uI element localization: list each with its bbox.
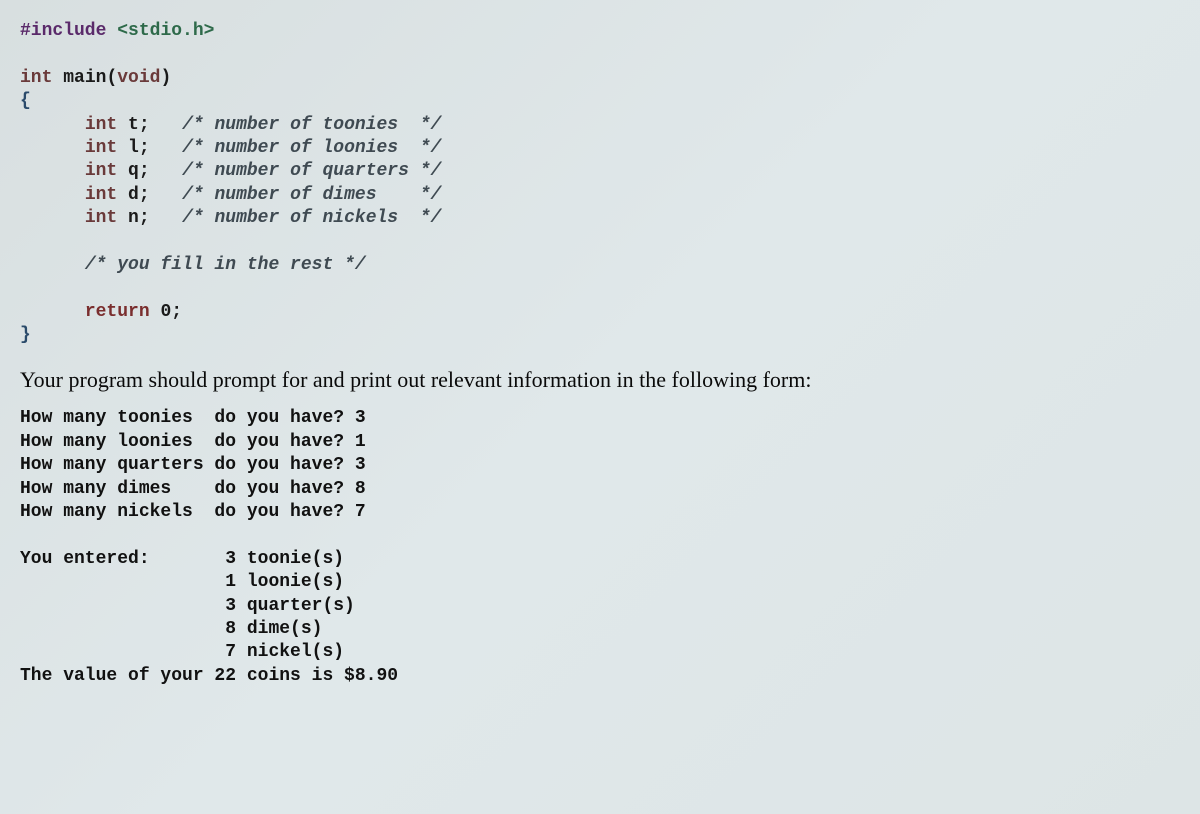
fill-comment: /* you fill in the rest */ xyxy=(85,255,366,275)
var-name: t xyxy=(128,115,139,135)
decl-type: int xyxy=(85,115,117,135)
return-keyword: return xyxy=(85,302,150,322)
decl-type: int xyxy=(85,138,117,158)
total-line: The value of your 22 coins is $8.90 xyxy=(20,666,398,686)
prompt-line: How many nickels do you have? 7 xyxy=(20,502,366,522)
var-name: d xyxy=(128,185,139,205)
instruction-text: Your program should prompt for and print… xyxy=(20,367,1180,393)
func-name: main xyxy=(63,68,106,88)
entered-item: 3 quarter(s) xyxy=(225,596,355,616)
entered-item: 8 dime(s) xyxy=(225,619,322,639)
comment: /* number of quarters */ xyxy=(182,161,441,181)
entered-item: 3 toonie(s) xyxy=(225,549,344,569)
entered-item: 7 nickel(s) xyxy=(225,642,344,662)
decl-type: int xyxy=(85,161,117,181)
prompt-line: How many quarters do you have? 3 xyxy=(20,455,366,475)
decl-type: int xyxy=(85,185,117,205)
return-value: 0; xyxy=(160,302,182,322)
entered-item: 1 loonie(s) xyxy=(225,572,344,592)
var-name: q xyxy=(128,161,139,181)
entered-label: You entered: xyxy=(20,549,150,569)
comment: /* number of nickels */ xyxy=(182,208,441,228)
prompt-line: How many loonies do you have? 1 xyxy=(20,432,366,452)
prompt-line: How many toonies do you have? 3 xyxy=(20,408,366,428)
include-lib: <stdio.h> xyxy=(117,21,214,41)
var-name: l xyxy=(128,138,139,158)
sample-output: How many toonies do you have? 3 How many… xyxy=(20,407,1180,688)
func-return-type: int xyxy=(20,68,52,88)
comment: /* number of dimes */ xyxy=(182,185,441,205)
decl-type: int xyxy=(85,208,117,228)
code-block: #include <stdio.h> int main(void) { int … xyxy=(20,20,1180,347)
open-brace: { xyxy=(20,91,31,111)
func-param-type: void xyxy=(117,68,160,88)
close-brace: } xyxy=(20,325,31,345)
comment: /* number of loonies */ xyxy=(182,138,441,158)
var-name: n xyxy=(128,208,139,228)
prompt-line: How many dimes do you have? 8 xyxy=(20,479,366,499)
comment: /* number of toonies */ xyxy=(182,115,441,135)
include-directive: #include xyxy=(20,21,106,41)
